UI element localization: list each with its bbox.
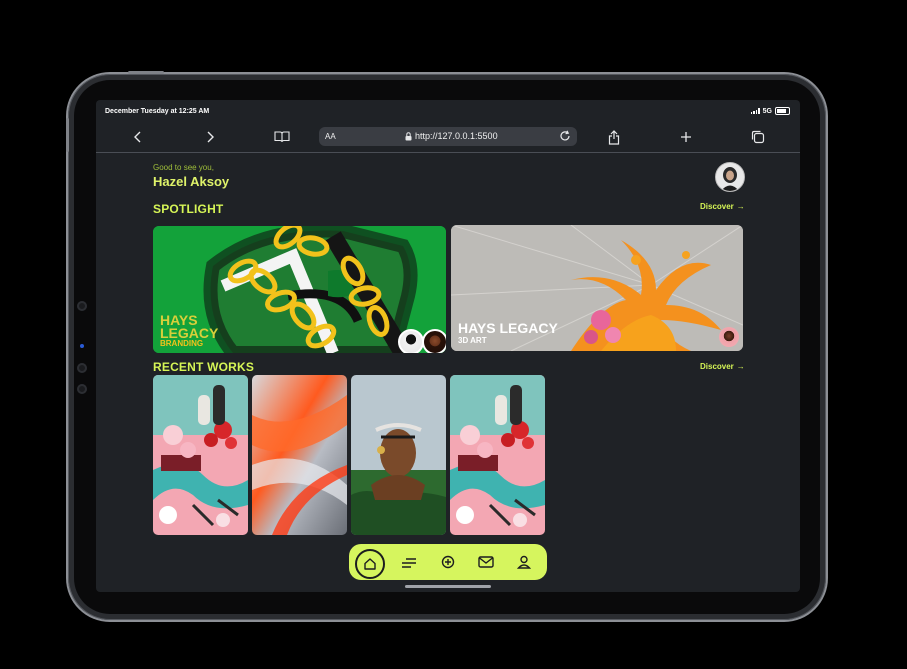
user-name: Hazel Aksoy	[153, 174, 230, 189]
browser-toolbar: AA http://127.0.0.1:5500	[96, 122, 800, 153]
camera-dot	[77, 301, 87, 311]
discover-label: Discover	[700, 202, 734, 211]
floral-collage-artwork	[450, 375, 545, 535]
chevron-right-icon[interactable]	[200, 127, 220, 147]
signal-icon	[750, 108, 760, 114]
camera-dot	[77, 384, 87, 394]
mail-icon	[478, 556, 494, 568]
spotlight-card-title: HAYS LEGACY	[160, 312, 219, 341]
recent-works-discover-link[interactable]: Discover →	[700, 362, 745, 371]
lock-icon	[405, 131, 412, 140]
top-button	[128, 71, 164, 74]
plus-icon[interactable]	[676, 127, 696, 147]
spotlight-card-title: HAYS LEGACY	[458, 320, 558, 336]
spotlight-card-branding[interactable]: HAYS LEGACY BRANDING	[153, 226, 446, 353]
nav-profile-button[interactable]	[513, 551, 535, 573]
recent-work-card[interactable]	[153, 375, 248, 535]
nav-mail-button[interactable]	[475, 551, 497, 573]
floral-collage-artwork	[153, 375, 248, 535]
share-icon[interactable]	[604, 127, 624, 147]
recent-work-card[interactable]	[351, 375, 446, 535]
network-label: 5G	[762, 107, 772, 115]
bottom-nav	[349, 544, 547, 580]
abstract-swirl-artwork	[252, 375, 347, 535]
avatar[interactable]	[715, 162, 745, 192]
portrait-field-artwork	[351, 375, 446, 535]
user-icon	[517, 555, 531, 569]
camera-indicator	[80, 344, 84, 348]
avatar[interactable]	[422, 329, 446, 353]
add-icon	[441, 555, 455, 569]
url-text: http://127.0.0.1:5500	[415, 131, 498, 141]
recent-works-title: RECENT WORKS	[153, 360, 255, 374]
nav-menu-button[interactable]	[398, 551, 420, 573]
url-display[interactable]: http://127.0.0.1:5500	[405, 131, 498, 141]
home-indicator	[405, 585, 491, 588]
arrow-right-icon: →	[736, 362, 745, 371]
avatar[interactable]	[398, 329, 424, 353]
menu-icon	[402, 558, 416, 568]
recent-work-card[interactable]	[450, 375, 545, 535]
chevron-left-icon[interactable]	[128, 127, 148, 147]
camera-dot	[77, 363, 87, 373]
reload-icon[interactable]	[559, 130, 571, 144]
spotlight-title: SPOTLIGHT	[153, 202, 224, 216]
status-time: December Tuesday at 12:25 AM	[105, 108, 210, 115]
screen: December Tuesday at 12:25 AM 5G AA http:…	[96, 100, 800, 592]
spotlight-card-3d-art[interactable]: HAYS LEGACY 3D ART	[451, 225, 743, 351]
discover-label: Discover	[700, 362, 734, 371]
address-bar[interactable]: AA http://127.0.0.1:5500	[319, 127, 577, 146]
battery-icon	[775, 107, 790, 115]
reader-aa-button[interactable]: AA	[325, 132, 336, 141]
nav-add-button[interactable]	[437, 551, 459, 573]
volume-button	[66, 118, 69, 152]
spotlight-card-subtitle: 3D ART	[458, 336, 487, 345]
home-icon	[364, 558, 376, 570]
arrow-right-icon: →	[736, 202, 745, 211]
tabs-icon[interactable]	[748, 127, 768, 147]
book-icon[interactable]	[272, 127, 292, 147]
status-bar: December Tuesday at 12:25 AM 5G	[96, 100, 800, 122]
spotlight-discover-link[interactable]: Discover →	[700, 202, 745, 211]
nav-home-button[interactable]	[355, 549, 385, 579]
avatar[interactable]	[719, 327, 739, 347]
recent-work-card[interactable]	[252, 375, 347, 535]
spotlight-card-subtitle: BRANDING	[160, 339, 204, 348]
greeting-text: Good to see you,	[153, 163, 214, 172]
status-network: 5G	[750, 107, 790, 115]
